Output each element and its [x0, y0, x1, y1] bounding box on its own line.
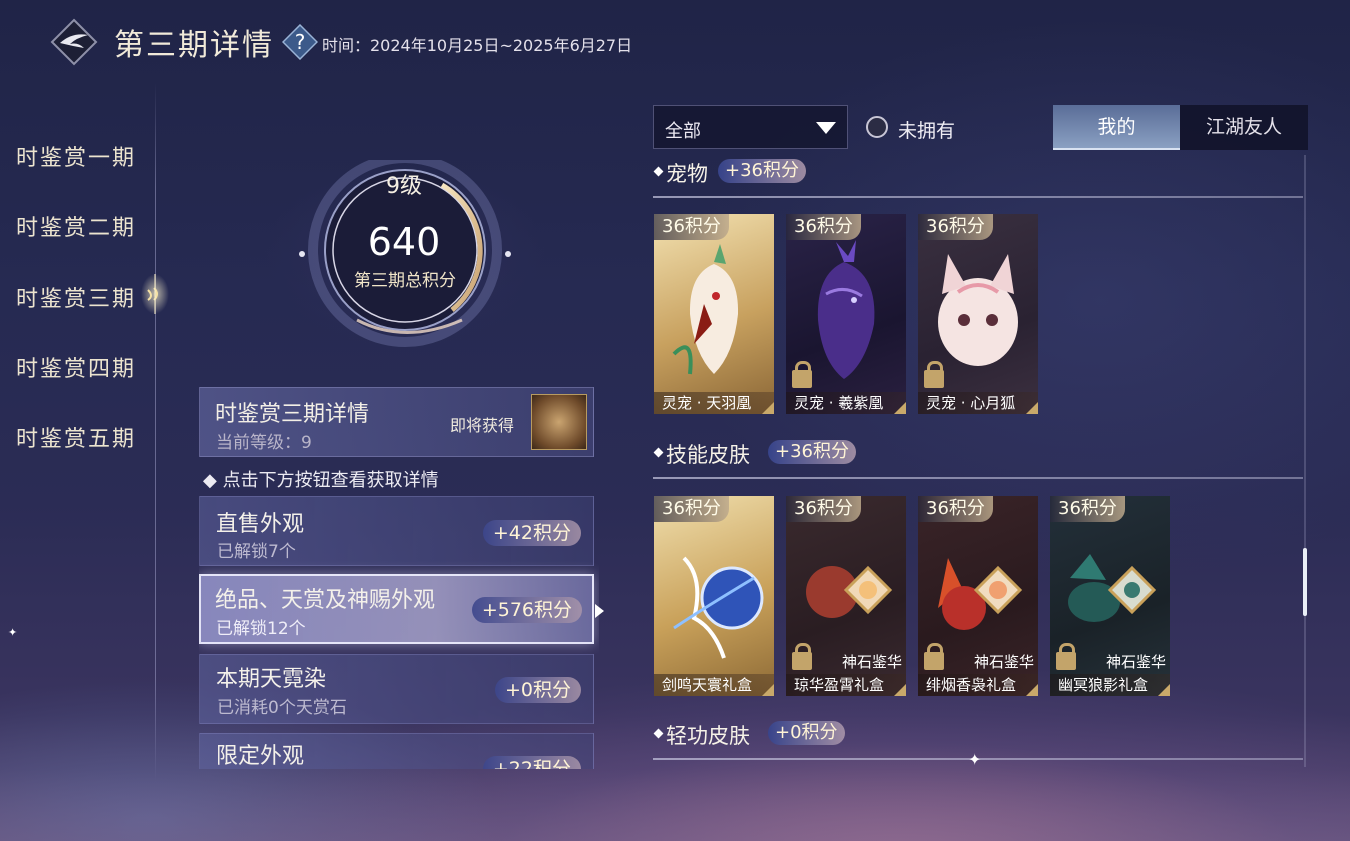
- item-corner: [1158, 684, 1170, 696]
- coming-reward-label: 即将获得: [450, 416, 515, 435]
- level-label: 9级: [386, 174, 422, 199]
- item-card[interactable]: 36积分 神石鉴华 幽冥狼影礼盒: [1050, 496, 1170, 696]
- category-sub: 已解锁12个: [216, 619, 306, 639]
- game-logo-icon: [50, 18, 98, 66]
- total-score-label: 第三期总积分: [354, 271, 456, 291]
- item-points-badge: 36积分: [786, 496, 861, 522]
- section-bullet-icon: [653, 166, 664, 177]
- section-divider: [653, 477, 1303, 479]
- nav-divider: [155, 82, 156, 782]
- item-card[interactable]: 36积分 灵宠 · 羲紫凰: [786, 214, 906, 414]
- item-card[interactable]: 36积分 神石鉴华 绯烟香袅礼盒: [918, 496, 1038, 696]
- nav-item-period-3[interactable]: 时鉴赏三期: [16, 281, 136, 313]
- section-points-pets: +36积分: [718, 159, 806, 183]
- category-points: +0积分: [494, 677, 581, 703]
- section-points-movement-skins: +0积分: [768, 721, 845, 745]
- help-icon[interactable]: ?: [282, 24, 318, 60]
- filter-dropdown-value: 全部: [665, 121, 701, 142]
- category-limited[interactable]: 限定外观 +22积分: [199, 733, 594, 769]
- item-corner: [1026, 684, 1038, 696]
- item-corner: [762, 684, 774, 696]
- item-card[interactable]: 36积分 灵宠 · 心月狐: [918, 214, 1038, 414]
- item-name: 剑鸣天寰礼盒: [654, 674, 774, 696]
- item-name: 绯烟香袅礼盒: [918, 674, 1038, 696]
- section-title-skill-skins: 技能皮肤: [666, 443, 750, 467]
- item-tag: 神石鉴华: [841, 653, 902, 671]
- page-title: 第三期详情: [114, 28, 274, 63]
- hint-label: 点击下方按钮查看获取详情: [222, 470, 439, 491]
- category-direct-sale[interactable]: 直售外观 已解锁7个 +42积分: [199, 496, 594, 566]
- item-card[interactable]: 36积分 灵宠 · 天羽凰: [654, 214, 774, 414]
- item-corner: [894, 402, 906, 414]
- period-date: 时间：2024年10月25日~2025年6月27日: [322, 36, 633, 55]
- item-points-badge: 36积分: [918, 496, 993, 522]
- item-corner: [1026, 402, 1038, 414]
- item-name: 灵宠 · 羲紫凰: [786, 392, 906, 414]
- lock-icon: [924, 361, 944, 388]
- current-level: 当前等级：9: [216, 433, 312, 453]
- item-name: 幽冥狼影礼盒: [1050, 674, 1170, 696]
- sword-giftbox-icon: [673, 556, 764, 659]
- nav-item-period-5[interactable]: 时鉴赏五期: [16, 421, 136, 453]
- lock-icon: [792, 643, 812, 670]
- item-points-badge: 36积分: [1050, 496, 1125, 522]
- item-tag: 神石鉴华: [973, 653, 1034, 671]
- category-premium[interactable]: 绝品、天赏及神赐外观 已解锁12个 +576积分: [199, 574, 594, 644]
- lock-icon: [1056, 643, 1076, 670]
- category-name: 直售外观: [216, 512, 305, 537]
- lock-icon: [792, 361, 812, 388]
- svg-text:?: ?: [295, 30, 306, 54]
- category-sub: 已解锁7个: [217, 542, 296, 562]
- category-sub: 已消耗0个天赏石: [217, 698, 347, 718]
- item-card[interactable]: 36积分 剑鸣天寰礼盒: [654, 496, 774, 696]
- category-name: 本期天霓染: [216, 667, 327, 692]
- total-score: 640: [367, 220, 441, 264]
- item-points-badge: 36积分: [654, 214, 729, 240]
- category-list[interactable]: 直售外观 已解锁7个 +42积分 绝品、天赏及神赐外观 已解锁12个 +576积…: [199, 495, 599, 769]
- category-name: 绝品、天赏及神赐外观: [215, 588, 436, 613]
- item-corner: [762, 402, 774, 414]
- item-points-badge: 36积分: [786, 214, 861, 240]
- nav-item-period-1[interactable]: 时鉴赏一期: [16, 140, 136, 172]
- tab-mine[interactable]: 我的: [1053, 105, 1180, 150]
- nav-item-period-2[interactable]: 时鉴赏二期: [16, 210, 136, 242]
- tab-friends[interactable]: 江湖友人: [1180, 105, 1308, 150]
- section-title-movement-skins: 轻功皮肤: [666, 724, 750, 748]
- category-points: +22积分: [482, 756, 581, 769]
- item-name: 琼华盈霄礼盒: [786, 674, 906, 696]
- category-points: +42积分: [482, 520, 581, 546]
- sparkle-icon: ✦: [8, 626, 18, 639]
- active-category-arrow-icon: [595, 604, 604, 618]
- section-points-skill-skins: +36积分: [768, 440, 856, 464]
- coming-reward-thumbnail[interactable]: [531, 394, 587, 450]
- nav-item-period-4[interactable]: 时鉴赏四期: [16, 351, 136, 383]
- section-divider: [653, 196, 1303, 198]
- not-owned-radio[interactable]: [866, 116, 888, 138]
- section-bullet-icon: [653, 728, 664, 739]
- item-name: 灵宠 · 天羽凰: [654, 392, 774, 414]
- category-points: +576积分: [471, 597, 582, 623]
- item-tag: 神石鉴华: [1105, 653, 1166, 671]
- section-bullet-icon: [653, 447, 664, 458]
- not-owned-label[interactable]: 未拥有: [898, 116, 955, 143]
- sparkle-icon: ✦: [968, 750, 982, 769]
- item-points-badge: 36积分: [654, 496, 729, 522]
- chevron-down-icon[interactable]: [816, 122, 836, 134]
- period-detail-title: 时鉴赏三期详情: [215, 402, 370, 427]
- section-title-pets: 宠物: [666, 162, 708, 186]
- scrollbar-thumb[interactable]: [1303, 548, 1307, 616]
- bottom-cloud-decoration: [0, 770, 1350, 841]
- item-points-badge: 36积分: [918, 214, 993, 240]
- hint-text: ◆ 点击下方按钮查看获取详情: [203, 470, 439, 491]
- item-corner: [894, 684, 906, 696]
- category-dye[interactable]: 本期天霓染 已消耗0个天赏石 +0积分: [199, 654, 594, 724]
- active-nav-marker-icon: [141, 274, 169, 314]
- category-name: 限定外观: [216, 744, 305, 769]
- phoenix-pet-icon: [672, 244, 739, 375]
- scrollbar-track[interactable]: [1304, 155, 1306, 767]
- item-name: 灵宠 · 心月狐: [918, 392, 1038, 414]
- item-card[interactable]: 36积分 神石鉴华 琼华盈霄礼盒: [786, 496, 906, 696]
- lock-icon: [924, 643, 944, 670]
